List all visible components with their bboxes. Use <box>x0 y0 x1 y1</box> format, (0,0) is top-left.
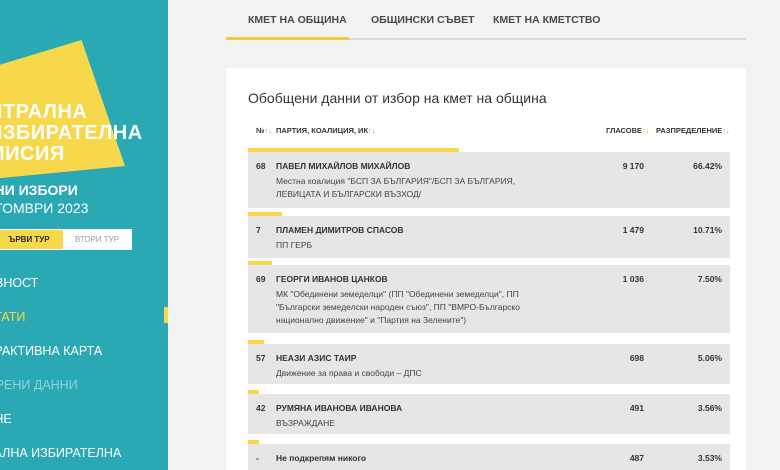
active-tab-indicator <box>226 37 349 40</box>
candidate-votes: 9 170 <box>622 161 644 171</box>
header-share-label: РАЗПРЕДЕЛЕНИЕ <box>656 126 723 135</box>
share-bar <box>248 390 259 394</box>
candidate-votes: 491 <box>629 403 644 413</box>
tab-mayor-mayoralty[interactable]: КМЕТ НА КМЕТСТВО <box>493 14 600 26</box>
result-tabs: КМЕТ НА ОБЩИНА ОБЩИНСКИ СЪВЕТ КМЕТ НА КМ… <box>226 0 746 40</box>
table-row[interactable]: - Не подкрепям никого 487 3.53% <box>248 440 730 470</box>
table-row[interactable]: 57 НЕАЗИ АЗИС ТАИР Движение за права и с… <box>248 340 730 384</box>
candidate-number: 7 <box>256 225 261 235</box>
round-first-button[interactable]: ЪРВИ ТУР <box>0 230 63 249</box>
share-bar <box>248 261 272 265</box>
sort-icon: ↑↓ <box>264 126 272 135</box>
candidate-name: Не подкрепям никого <box>276 453 367 463</box>
sidebar-item-other[interactable]: ЕНЕ <box>0 410 121 444</box>
candidate-name: ПЛАМЕН ДИМИТРОВ СПАСОВ <box>276 225 404 235</box>
candidate-party: ПП ГЕРБ <box>276 240 313 250</box>
active-menu-marker <box>164 307 168 323</box>
election-date: КТОМВРИ 2023 <box>0 200 89 216</box>
cik-logo-text[interactable]: НТРАЛНА ИЗБИРАТЕЛНА МИСИЯ <box>0 102 143 165</box>
candidate-name: НЕАЗИ АЗИС ТАИР <box>276 353 357 363</box>
results-title: Обобщени данни от избор на кмет на общин… <box>248 90 547 106</box>
candidate-percent: 66.42% <box>693 161 722 171</box>
candidate-votes: 1 479 <box>622 225 644 235</box>
candidate-percent: 10.71% <box>693 225 722 235</box>
candidate-name: ПАВЕЛ МИХАЙЛОВ МИХАЙЛОВ <box>276 161 411 171</box>
candidate-percent: 3.53% <box>697 453 722 463</box>
candidate-number: 68 <box>256 161 266 171</box>
header-votes-label: ГЛАСОВЕ <box>606 126 643 135</box>
logo-line-2: ИЗБИРАТЕЛНА <box>0 122 143 144</box>
candidate-number: 42 <box>256 403 266 413</box>
candidate-party: Местна коалиция "БСП ЗА БЪЛГАРИЯ"/БСП ЗА… <box>276 176 516 199</box>
candidate-name: РУМЯНА ИВАНОВА ИВАНОВА <box>276 403 403 413</box>
tab-municipal-council[interactable]: ОБЩИНСКИ СЪВЕТ <box>371 14 475 26</box>
round-switcher: ЪРВИ ТУР ВТОРИ ТУР <box>0 229 132 250</box>
candidate-percent: 5.06% <box>697 353 722 363</box>
table-row[interactable]: 69 ГЕОРГИ ИВАНОВ ЦАНКОВ МК "Обединени зе… <box>248 261 730 333</box>
sidebar-item-cik[interactable]: РАЛНА ИЗБИРАТЕЛНА <box>0 444 121 470</box>
sidebar-item-open-data[interactable]: ОРЕНИ ДАННИ <box>0 376 121 410</box>
candidate-number: - <box>256 453 259 463</box>
logo-line-3: МИСИЯ <box>0 143 65 165</box>
candidate-party: МК "Обединени земеделци" (ПП "Обединени … <box>276 289 520 325</box>
candidate-number: 57 <box>256 353 266 363</box>
election-title: ТНИ ИЗБОРИ <box>0 182 78 198</box>
header-party-label: ПАРТИЯ, КОАЛИЦИЯ, ИК <box>276 126 369 135</box>
candidate-number: 69 <box>256 274 266 284</box>
sidebar-menu: ИВНОСТ ЛТАТИ ЕРАКТИВНА КАРТА ОРЕНИ ДАННИ… <box>0 274 121 470</box>
round-second-button[interactable]: ВТОРИ ТУР <box>63 230 131 249</box>
candidate-percent: 3.56% <box>697 403 722 413</box>
results-card: Обобщени данни от избор на кмет на общин… <box>226 68 746 470</box>
header-share[interactable]: РАЗПРЕДЕЛЕНИЕ↑↓ <box>656 126 730 135</box>
header-votes[interactable]: ГЛАСОВЕ↑↓ <box>606 126 650 135</box>
candidate-votes: 487 <box>629 453 644 463</box>
share-bar <box>248 212 282 216</box>
candidate-name: ГЕОРГИ ИВАНОВ ЦАНКОВ <box>276 274 388 284</box>
share-bar <box>248 148 459 152</box>
sort-icon: ↑↓ <box>722 126 730 135</box>
table-row[interactable]: 68 ПАВЕЛ МИХАЙЛОВ МИХАЙЛОВ Местна коалиц… <box>248 148 730 208</box>
header-no[interactable]: №↑↓ <box>256 126 272 135</box>
table-row[interactable]: 7 ПЛАМЕН ДИМИТРОВ СПАСОВ ПП ГЕРБ 1 479 1… <box>248 212 730 258</box>
sidebar-item-activity[interactable]: ИВНОСТ <box>0 274 121 308</box>
sort-icon: ↑↓ <box>368 126 376 135</box>
header-party[interactable]: ПАРТИЯ, КОАЛИЦИЯ, ИК↑↓ <box>276 126 376 135</box>
logo-line-1: НТРАЛНА <box>0 101 88 123</box>
candidate-party: ВЪЗРАЖДАНЕ <box>276 418 335 428</box>
table-header: №↑↓ ПАРТИЯ, КОАЛИЦИЯ, ИК↑↓ ГЛАСОВЕ↑↓ РАЗ… <box>248 126 730 140</box>
sort-desc-icon: ↑↓ <box>642 126 650 135</box>
share-bar <box>248 340 264 344</box>
candidate-party: Движение за права и свободи – ДПС <box>276 368 422 378</box>
sidebar-item-results[interactable]: ЛТАТИ <box>0 308 121 342</box>
sidebar-item-interactive-map[interactable]: ЕРАКТИВНА КАРТА <box>0 342 121 376</box>
sidebar: НТРАЛНА ИЗБИРАТЕЛНА МИСИЯ ТНИ ИЗБОРИ КТО… <box>0 0 168 470</box>
candidate-votes: 698 <box>629 353 644 363</box>
candidate-votes: 1 036 <box>622 274 644 284</box>
candidate-percent: 7.50% <box>697 274 722 284</box>
table-row[interactable]: 42 РУМЯНА ИВАНОВА ИВАНОВА ВЪЗРАЖДАНЕ 491… <box>248 390 730 434</box>
tab-mayor-municipality[interactable]: КМЕТ НА ОБЩИНА <box>248 14 347 26</box>
share-bar <box>248 440 259 444</box>
